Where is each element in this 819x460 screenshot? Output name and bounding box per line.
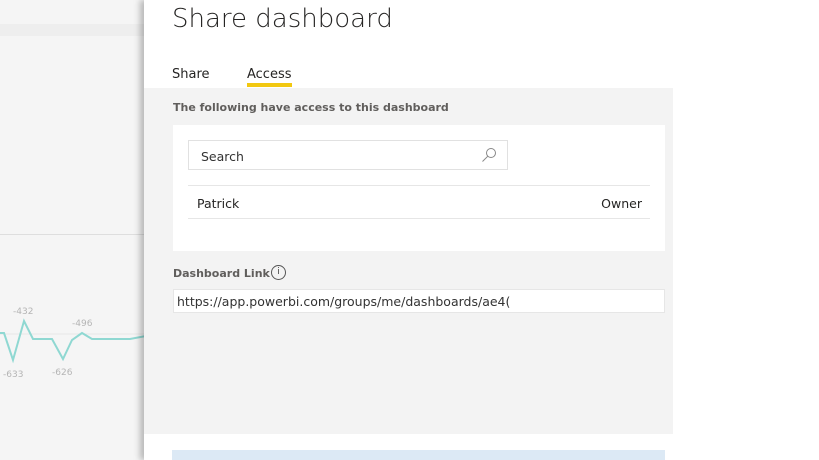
search-placeholder: Search — [201, 149, 244, 164]
dashboard-link-value: https://app.powerbi.com/groups/me/dashbo… — [177, 294, 511, 309]
access-heading: The following have access to this dashbo… — [173, 101, 449, 114]
background-header-stripe — [0, 24, 146, 36]
tab-share[interactable]: Share — [172, 67, 210, 82]
search-input[interactable]: Search — [188, 140, 508, 170]
chart-label: -633 — [3, 370, 23, 380]
background-line-chart: -432 -633 -626 -496 — [0, 307, 146, 380]
tab-access[interactable]: Access — [247, 67, 292, 87]
user-row[interactable]: Patrick Owner — [188, 185, 650, 219]
share-dashboard-panel: Share dashboard Share Access The followi… — [144, 0, 819, 460]
user-role: Owner — [601, 196, 642, 211]
chart-label: -432 — [13, 307, 33, 317]
search-icon[interactable] — [481, 147, 497, 163]
bottom-notice-bar — [172, 450, 665, 460]
chart-label: -496 — [72, 319, 93, 329]
info-icon[interactable]: i — [271, 265, 286, 280]
dashboard-link-field[interactable]: https://app.powerbi.com/groups/me/dashbo… — [173, 289, 665, 313]
access-section: The following have access to this dashbo… — [144, 88, 673, 434]
access-list-card: Search Patrick Owner — [173, 125, 665, 251]
chart-label: -626 — [52, 368, 73, 378]
dashboard-background: -432 -633 -626 -496 — [0, 0, 146, 460]
panel-title: Share dashboard — [172, 4, 393, 34]
user-name: Patrick — [197, 196, 240, 211]
background-divider — [0, 234, 146, 235]
dashboard-link-label: Dashboard Link — [173, 267, 270, 280]
